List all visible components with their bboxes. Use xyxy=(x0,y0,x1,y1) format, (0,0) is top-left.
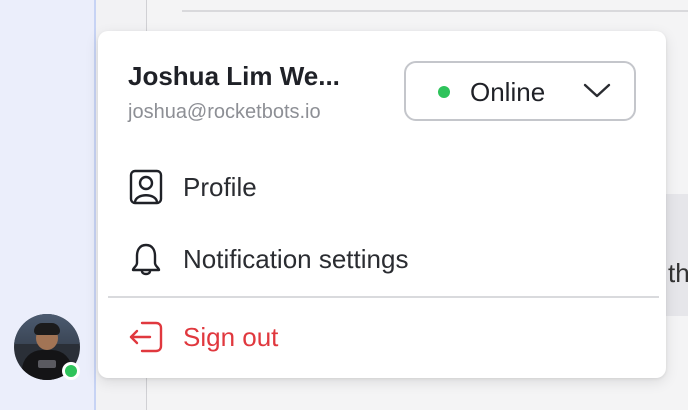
user-name: Joshua Lim We... xyxy=(128,61,340,91)
menu-item-profile[interactable]: Profile xyxy=(108,157,656,213)
menu-item-label: Notification settings xyxy=(183,244,409,274)
menu-item-notification-settings[interactable]: Notification settings xyxy=(108,229,656,285)
content-card xyxy=(666,194,688,316)
status-online-dot xyxy=(438,86,450,98)
user-email: joshua@rocketbots.io xyxy=(128,101,321,123)
content-divider xyxy=(182,10,688,12)
menu-item-sign-out[interactable]: Sign out xyxy=(108,307,656,363)
user-menu-popover: Joshua Lim We... joshua@rocketbots.io On… xyxy=(98,31,666,378)
user-profile-icon xyxy=(129,169,163,205)
status-select-value: Online xyxy=(470,77,546,107)
sign-out-icon xyxy=(129,321,163,353)
avatar-hair xyxy=(34,323,60,335)
menu-divider xyxy=(108,296,659,298)
content-text: th xyxy=(668,258,688,288)
chevron-down-icon xyxy=(583,83,611,98)
menu-item-label: Profile xyxy=(183,172,257,202)
presence-indicator xyxy=(62,362,80,380)
menu-item-label: Sign out xyxy=(183,322,279,352)
avatar-shirt-print xyxy=(38,360,56,368)
status-select[interactable]: Online xyxy=(404,61,636,121)
bell-icon xyxy=(131,243,161,276)
